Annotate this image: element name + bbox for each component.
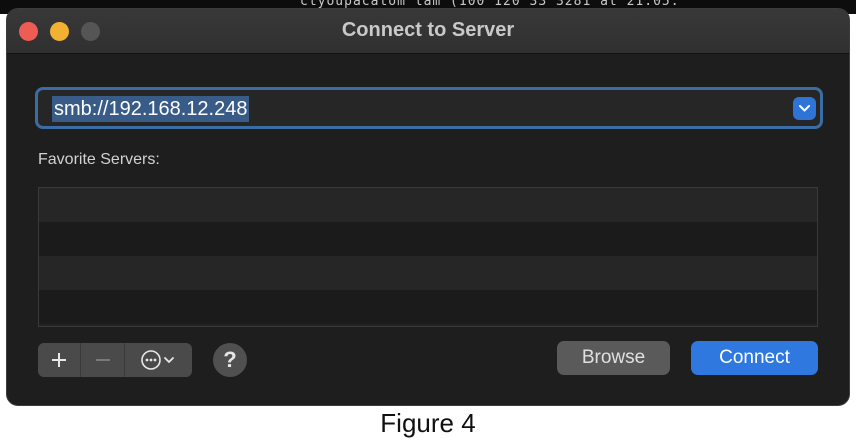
remove-favorite-button[interactable] (80, 343, 125, 377)
add-favorite-button[interactable] (38, 343, 80, 377)
help-button[interactable]: ? (213, 343, 247, 377)
connect-button[interactable]: Connect (691, 341, 818, 375)
minus-icon (96, 359, 110, 361)
server-address-input[interactable]: smb://192.168.12.248 (52, 96, 250, 122)
favorites-toolbar (38, 343, 192, 377)
list-item[interactable] (39, 188, 817, 222)
chevron-down-icon (164, 357, 174, 363)
window-title: Connect to Server (341, 19, 515, 41)
list-item[interactable] (39, 222, 817, 256)
figure-caption: Figure 4 (380, 408, 476, 438)
plus-icon (52, 353, 66, 367)
ellipsis-circle-icon (141, 350, 174, 370)
browse-button[interactable]: Browse (557, 341, 670, 375)
connect-to-server-window: Connect to Server smb://192.168.12.248 F… (6, 8, 850, 406)
list-item[interactable] (39, 256, 817, 290)
title-bar: Connect to Server (7, 9, 849, 54)
more-options-button[interactable] (124, 343, 192, 377)
favorite-servers-label: Favorite Servers: (38, 151, 160, 168)
server-address-field[interactable]: smb://192.168.12.248 (35, 87, 823, 129)
favorite-servers-list[interactable] (38, 187, 818, 327)
chevron-down-icon (799, 105, 810, 112)
list-item[interactable] (39, 290, 817, 324)
recent-servers-dropdown-button[interactable] (793, 97, 816, 120)
